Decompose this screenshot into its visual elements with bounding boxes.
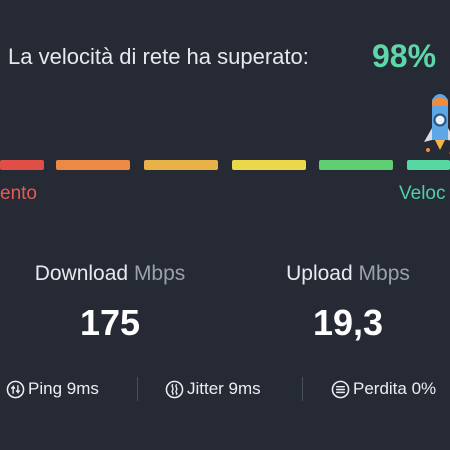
upload-unit: Mbps [358, 262, 410, 285]
fast-label: Veloc [399, 183, 446, 204]
speed-scale-segment-5 [319, 160, 393, 170]
loss-stat: Perdita 0% [331, 375, 436, 403]
ping-icon [6, 380, 25, 398]
speed-scale [0, 160, 450, 172]
connection-stats: Ping 9ms Jitter 9ms Perdita 0% [0, 375, 450, 403]
stat-divider [302, 377, 303, 401]
stat-divider [137, 377, 138, 401]
download-unit: Mbps [133, 262, 186, 285]
loss-value: Perdita 0% [353, 379, 437, 398]
download-value: 175 [79, 302, 141, 343]
ping-value: Ping 9ms [28, 379, 99, 398]
jitter-icon [165, 380, 184, 398]
speed-scale-segment-6 [407, 160, 450, 170]
ping-stat: Ping 9ms [6, 375, 99, 403]
jitter-stat: Jitter 9ms [165, 375, 261, 403]
speed-scale-segment-3 [144, 160, 218, 170]
slow-label: ento [0, 183, 37, 204]
speed-scale-segment-4 [232, 160, 306, 170]
packet-loss-icon [331, 380, 350, 398]
upload-label: Upload [286, 262, 353, 285]
jitter-value: Jitter 9ms [187, 379, 261, 398]
upload-metric: Upload Mbps 19,3 [238, 262, 450, 344]
network-beat-text: La velocità di rete ha superato: [8, 44, 309, 69]
speed-scale-segment-1 [0, 160, 44, 170]
rocket-icon [424, 94, 450, 155]
speed-scale-segment-2 [56, 160, 130, 170]
network-beat-percent: 98% [372, 38, 437, 74]
upload-value: 19,3 [312, 302, 384, 343]
network-result-banner: La velocità di rete ha superato: 98% [0, 30, 450, 86]
download-metric: Download Mbps 175 [0, 262, 220, 344]
download-label: Download [34, 262, 129, 285]
